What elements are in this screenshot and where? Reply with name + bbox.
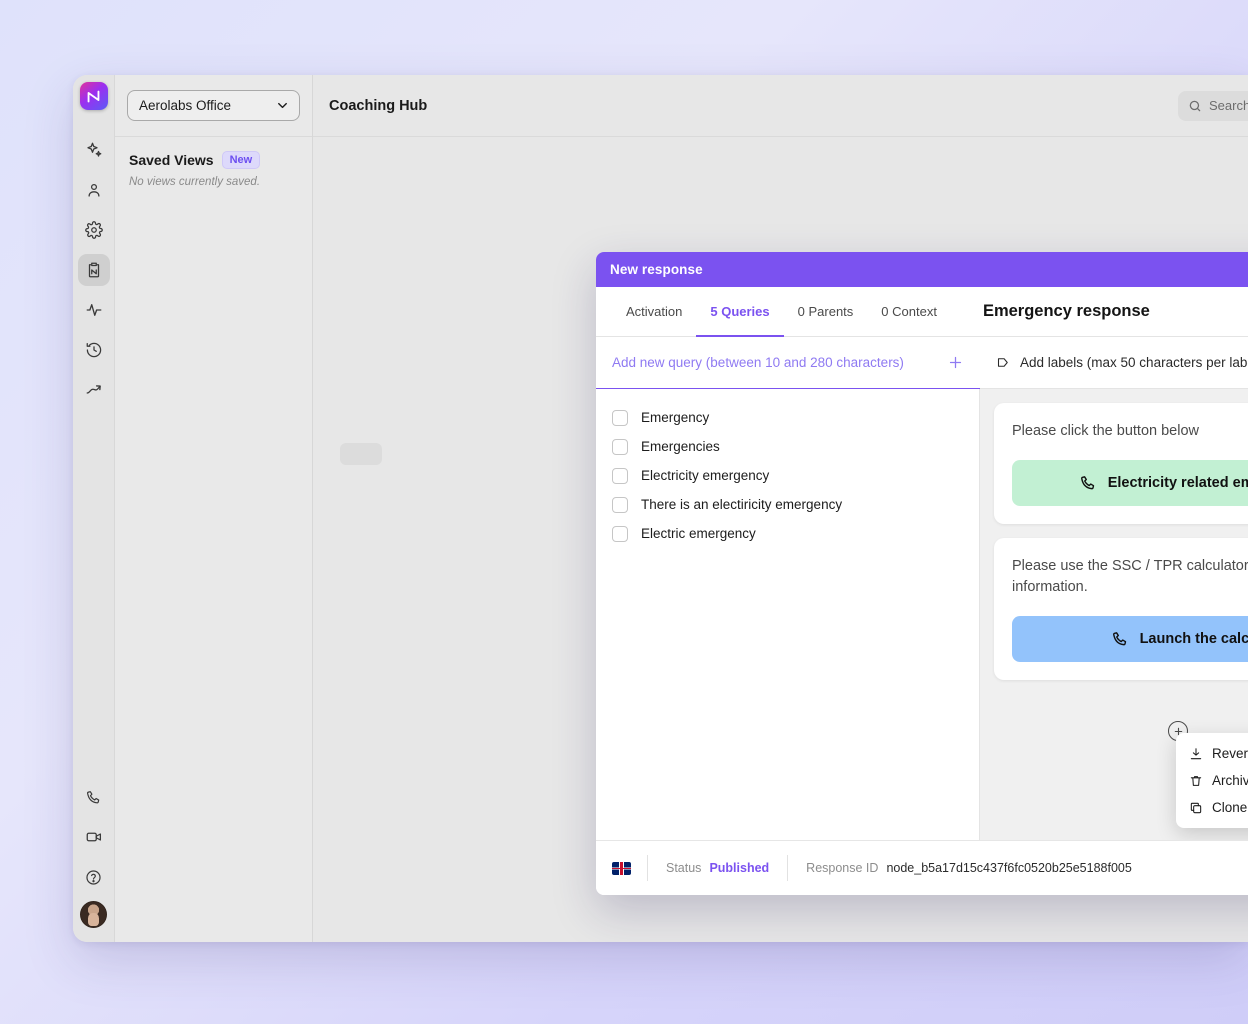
background-chip — [340, 443, 382, 465]
query-item[interactable]: Electric emergency — [612, 519, 963, 548]
query-label: Electricity emergency — [641, 468, 769, 483]
saved-views-title: Saved Views — [129, 152, 214, 168]
phone-icon[interactable] — [78, 781, 110, 813]
video-camera-icon[interactable] — [78, 821, 110, 853]
phone-icon — [1111, 630, 1129, 648]
avatar[interactable] — [80, 901, 107, 928]
status-label: Status — [666, 861, 701, 875]
add-query-input[interactable]: Add new query (between 10 and 280 charac… — [612, 355, 904, 370]
tabs-row: Activation 5 Queries 0 Parents 0 Context… — [596, 287, 1248, 337]
query-checkbox[interactable] — [612, 526, 628, 542]
search-placeholder: Search — [1209, 98, 1248, 113]
menu-item-clone[interactable]: Clone — [1176, 794, 1248, 821]
query-checkbox[interactable] — [612, 439, 628, 455]
button-label: Launch the calculator — [1140, 631, 1248, 647]
response-id-group: Response ID node_b5a17d15c437f6fc0520b25… — [788, 861, 1150, 875]
menu-item-archive[interactable]: Archive — [1176, 767, 1248, 794]
subbar: Add new query (between 10 and 280 charac… — [596, 337, 1248, 389]
workspace-selector[interactable]: Aerolabs Office — [127, 90, 300, 121]
response-card: Please use the SSC / TPR calculator with… — [994, 538, 1248, 680]
launch-calculator-button[interactable]: Launch the calculator — [1012, 616, 1248, 662]
query-label: Emergency — [641, 410, 709, 425]
download-icon — [1189, 747, 1203, 761]
response-title: Emergency response — [983, 287, 1150, 336]
add-labels-text: Add labels (max 50 characters per label) — [1020, 355, 1248, 370]
add-query-row: Add new query (between 10 and 280 charac… — [596, 337, 980, 389]
trash-icon — [1189, 774, 1203, 788]
history-icon[interactable] — [78, 334, 110, 366]
sidebar-body: Saved Views New No views currently saved… — [115, 137, 312, 188]
queries-list: Emergency Emergencies Electricity emerge… — [596, 389, 980, 840]
saved-views-header: Saved Views New — [129, 151, 298, 169]
sidebar: Aerolabs Office Saved Views New No views… — [115, 75, 313, 942]
response-id-value: node_b5a17d15c437f6fc0520b25e5188f005 — [886, 861, 1131, 875]
status-badge: Published — [709, 861, 769, 875]
search-icon — [1188, 99, 1202, 113]
sidebar-header: Aerolabs Office — [115, 75, 312, 137]
help-circle-icon[interactable] — [78, 861, 110, 893]
query-label: Electric emergency — [641, 526, 756, 541]
modal-footer: Status Published Response ID node_b5a17d… — [596, 840, 1248, 895]
new-response-modal: New response Activation 5 Queries 0 Pare… — [596, 252, 1248, 895]
user-icon[interactable] — [78, 174, 110, 206]
query-checkbox[interactable] — [612, 497, 628, 513]
status-group: Status Published — [648, 861, 787, 875]
add-query-plus-icon[interactable] — [947, 354, 964, 371]
add-labels-row[interactable]: Add labels (max 50 characters per label) — [980, 337, 1248, 389]
copy-icon — [1189, 801, 1203, 815]
query-item[interactable]: Emergency — [612, 403, 963, 432]
query-label: There is an electiricity emergency — [641, 497, 842, 512]
menu-item-label: Archive — [1212, 773, 1248, 788]
new-badge: New — [222, 151, 261, 169]
query-label: Emergencies — [641, 439, 720, 454]
query-item[interactable]: Electricity emergency — [612, 461, 963, 490]
responses-pane: Please click the button below Electricit… — [980, 389, 1248, 840]
response-card: Please click the button below Electricit… — [994, 403, 1248, 524]
sparkle-icon[interactable] — [78, 134, 110, 166]
menu-item-label: Revert to draft — [1212, 746, 1248, 761]
tab-queries[interactable]: 5 Queries — [696, 288, 783, 337]
response-card-text: Please click the button below — [1012, 421, 1248, 442]
menu-item-label: Clone — [1212, 800, 1247, 815]
query-item[interactable]: There is an electiricity emergency — [612, 490, 963, 519]
modal-title: New response — [610, 262, 703, 277]
modal-tabs: Activation 5 Queries 0 Parents 0 Context — [596, 287, 951, 336]
modal-body: Emergency Emergencies Electricity emerge… — [596, 389, 1248, 840]
uk-flag-icon[interactable] — [612, 862, 631, 875]
query-item[interactable]: Emergencies — [612, 432, 963, 461]
context-menu: Revert to draft Archive — [1176, 733, 1248, 828]
clipboard-icon[interactable] — [78, 254, 110, 286]
content-area: New response Activation 5 Queries 0 Pare… — [313, 137, 1248, 942]
response-id-label: Response ID — [806, 861, 878, 875]
label-tag-icon — [996, 355, 1011, 370]
query-checkbox[interactable] — [612, 410, 628, 426]
page-title: Coaching Hub — [329, 98, 427, 114]
main-area: Coaching Hub Search New response — [313, 75, 1248, 942]
icon-rail — [73, 75, 115, 942]
trending-up-icon[interactable] — [78, 374, 110, 406]
tab-parents[interactable]: 0 Parents — [784, 288, 868, 337]
response-card-text: Please use the SSC / TPR calculator with… — [1012, 556, 1248, 598]
electricity-emergencies-button[interactable]: Electricity related emergencies — [1012, 460, 1248, 506]
chevron-down-icon — [275, 98, 290, 113]
tab-activation[interactable]: Activation — [612, 288, 696, 337]
activity-pulse-icon[interactable] — [78, 294, 110, 326]
app-logo-ai[interactable] — [80, 82, 108, 110]
tab-context[interactable]: 0 Context — [867, 288, 951, 337]
phone-icon — [1079, 474, 1097, 492]
gear-icon[interactable] — [78, 214, 110, 246]
button-label: Electricity related emergencies — [1108, 475, 1248, 491]
saved-views-empty-text: No views currently saved. — [129, 176, 298, 188]
workspace-name: Aerolabs Office — [139, 98, 231, 113]
modal-header: New response — [596, 252, 1248, 287]
query-checkbox[interactable] — [612, 468, 628, 484]
app-window: Aerolabs Office Saved Views New No views… — [73, 75, 1248, 942]
topbar-right: Search — [1178, 91, 1248, 121]
search-input[interactable]: Search — [1178, 91, 1248, 121]
menu-item-revert-to-draft[interactable]: Revert to draft — [1176, 740, 1248, 767]
topbar: Coaching Hub Search — [313, 75, 1248, 137]
